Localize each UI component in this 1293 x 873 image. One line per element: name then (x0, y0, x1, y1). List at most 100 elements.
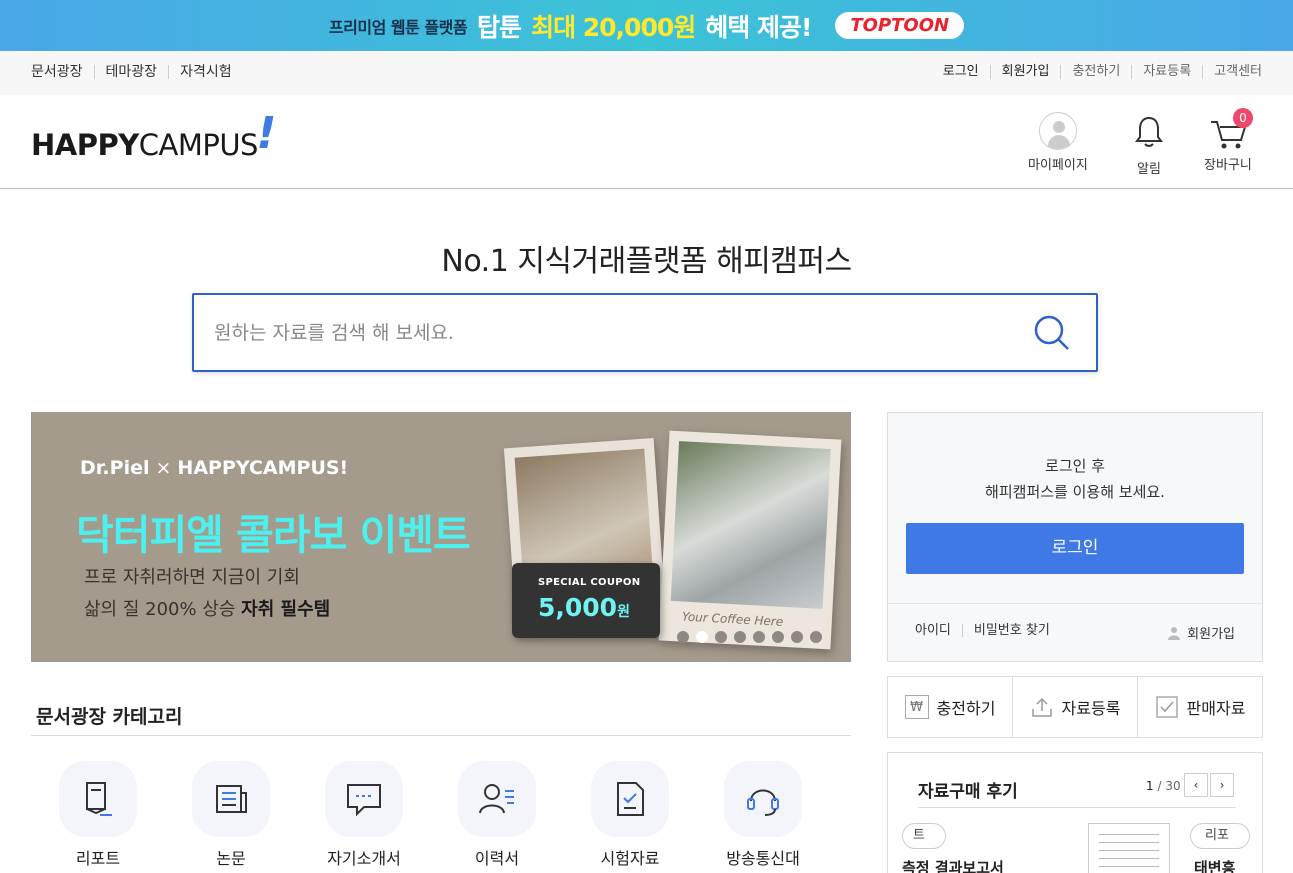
login-divider (888, 603, 1262, 604)
chevron-right-icon: › (1219, 778, 1225, 792)
charge-label: 충전하기 (936, 699, 996, 718)
review-page-total: / 30 (1157, 779, 1181, 793)
category-label: 이력서 (474, 849, 520, 868)
promo-toptoon-logo: TOPTOON (835, 12, 965, 39)
promo-banner[interactable]: 프리미엄 웹툰 플랫폼 탑툰 최대 20,000원 혜택 제공! TOPTOON (0, 0, 1293, 51)
review-pagination: 1 / 30 (1146, 779, 1181, 793)
alarm-button[interactable]: 알림 (1133, 112, 1165, 177)
coupon-value: 5,000원 (538, 593, 630, 622)
category-label: 시험자료 (600, 849, 660, 868)
banner-brand-drpiel: Dr.Piel (80, 457, 150, 479)
happycampus-logo[interactable]: HAPPYCAMPUS ! (31, 108, 276, 162)
category-label: 방송통신대 (726, 849, 800, 868)
banner-coupon: SPECIAL COUPON 5,000원 (512, 563, 660, 638)
category-resume[interactable]: 이력서 (452, 761, 542, 869)
alarm-label: 알림 (1137, 162, 1161, 177)
mypage-button[interactable]: 마이페이지 (1028, 112, 1088, 173)
banner-dot[interactable] (810, 631, 822, 643)
nav-link-documents[interactable]: 문서광장 (31, 65, 95, 79)
nav-link-charge[interactable]: 충전하기 (1061, 65, 1133, 79)
cart-count-badge: 0 (1232, 108, 1253, 128)
cart-label: 장바구니 (1204, 158, 1252, 173)
nav-link-upload[interactable]: 자료등록 (1132, 65, 1204, 79)
promo-rest-text: 혜택 제공! (705, 12, 812, 42)
banner-photo-faucet: Your Coffee Here (658, 430, 842, 650)
find-password-link[interactable]: 비밀번호 찾기 (963, 624, 1061, 637)
checklist-doc-icon (617, 782, 644, 816)
utility-nav: 문서광장 테마광장 자격시험 로그인 회원가입 충전하기 자료등록 고객센터 (0, 51, 1293, 95)
review-prev-button[interactable]: ‹ (1184, 773, 1208, 797)
banner-dot[interactable] (772, 631, 784, 643)
speech-bubble-icon (347, 784, 381, 817)
report-icon (86, 782, 112, 816)
category-broadcast-univ[interactable]: 방송통신대 (718, 761, 808, 869)
category-report[interactable]: 리포트 (53, 761, 143, 869)
banner-dot[interactable] (715, 631, 727, 643)
utility-nav-left: 문서광장 테마광장 자격시험 (31, 65, 243, 79)
category-thesis[interactable]: 논문 (186, 761, 276, 869)
nav-link-support[interactable]: 고객센터 (1203, 65, 1262, 79)
logo-light-text: CAMPUS (138, 128, 259, 162)
sales-button[interactable]: 판매자료 (1138, 677, 1262, 737)
upload-icon (1031, 697, 1052, 717)
find-id-link[interactable]: 아이디 (915, 624, 963, 637)
nav-link-login[interactable]: 로그인 (932, 65, 991, 79)
upload-label: 자료등록 (1061, 699, 1121, 718)
banner-subtitle-2-bold: 자취 필수템 (241, 599, 331, 620)
login-button[interactable]: 로그인 (906, 523, 1244, 574)
signup-label: 회원가입 (1187, 627, 1235, 642)
banner-dot[interactable] (791, 631, 803, 643)
category-self-intro[interactable]: 자기소개서 (319, 761, 409, 869)
category-section-title: 문서광장 카테고리 (36, 706, 183, 728)
signup-link[interactable]: 회원가입 (1167, 623, 1235, 642)
banner-dot[interactable] (677, 631, 689, 643)
review-item-name[interactable]: 태변흥 (1194, 857, 1235, 873)
promo-brand-text: 탑툰 (477, 12, 522, 42)
newspaper-icon (216, 785, 247, 813)
review-tag: 트 (902, 823, 946, 849)
banner-dot[interactable] (696, 631, 708, 643)
review-thumbnail[interactable] (1088, 823, 1170, 873)
banner-subtitle-2-pre: 삶의 질 200% 상승 (84, 599, 242, 620)
category-divider (31, 735, 851, 736)
sales-label: 판매자료 (1186, 699, 1246, 718)
category-exam[interactable]: 시험자료 (585, 761, 675, 869)
nav-link-themes[interactable]: 테마광장 (95, 65, 170, 79)
nav-link-signup[interactable]: 회원가입 (991, 65, 1062, 79)
review-item-name[interactable]: 측정 결과보고서 (902, 857, 1004, 873)
banner-title: 닥터피엘 콜라보 이벤트 (76, 511, 471, 559)
page-tagline: No.1 지식거래플랫폼 해피캠퍼스 (441, 244, 852, 279)
upload-button[interactable]: 자료등록 (1013, 677, 1138, 737)
mypage-label: 마이페이지 (1028, 158, 1088, 173)
event-banner[interactable]: Dr.Piel × HAPPYCAMPUS! 닥터피엘 콜라보 이벤트 프로 자취러… (31, 412, 851, 662)
logo-mark: ! (256, 108, 276, 159)
cart-button[interactable]: 0 장바구니 (1204, 108, 1253, 173)
promo-small-text: 프리미엄 웹툰 플랫폼 (328, 17, 468, 37)
banner-pagination (677, 631, 822, 643)
review-page-current: 1 (1146, 779, 1154, 793)
review-next-button[interactable]: › (1210, 773, 1234, 797)
banner-dot[interactable] (753, 631, 765, 643)
search-button[interactable] (1032, 313, 1072, 353)
logo-bold-text: HAPPY (31, 128, 139, 162)
person-icon (1168, 626, 1181, 640)
login-message: 로그인 후 해피캠퍼스를 이용해 보세요. (888, 453, 1262, 505)
person-list-icon (479, 784, 514, 814)
search-input[interactable] (214, 295, 994, 370)
site-header: HAPPYCAMPUS ! 마이페이지 알림 0 장바구니 (0, 95, 1293, 189)
nav-link-certification[interactable]: 자격시험 (169, 65, 243, 79)
banner-brand: Dr.Piel × HAPPYCAMPUS! (80, 457, 348, 479)
checkbox-icon (1155, 696, 1178, 718)
chevron-left-icon: ‹ (1193, 778, 1199, 792)
login-panel: 로그인 후 해피캠퍼스를 이용해 보세요. 로그인 아이디 비밀번호 찾기 회원… (887, 412, 1263, 662)
coupon-unit: 원 (617, 604, 630, 620)
review-title: 자료구매 후기 (918, 782, 1018, 802)
review-divider (918, 807, 1236, 808)
quick-actions: ₩ 충전하기 자료등록 판매자료 (887, 676, 1263, 738)
coupon-amount: 5,000 (538, 593, 618, 622)
banner-subtitle-2: 삶의 질 200% 상승 자취 필수템 (84, 595, 330, 621)
search-icon (1034, 315, 1069, 350)
banner-brand-x: × (155, 457, 172, 479)
banner-dot[interactable] (734, 631, 746, 643)
charge-button[interactable]: ₩ 충전하기 (888, 677, 1013, 737)
